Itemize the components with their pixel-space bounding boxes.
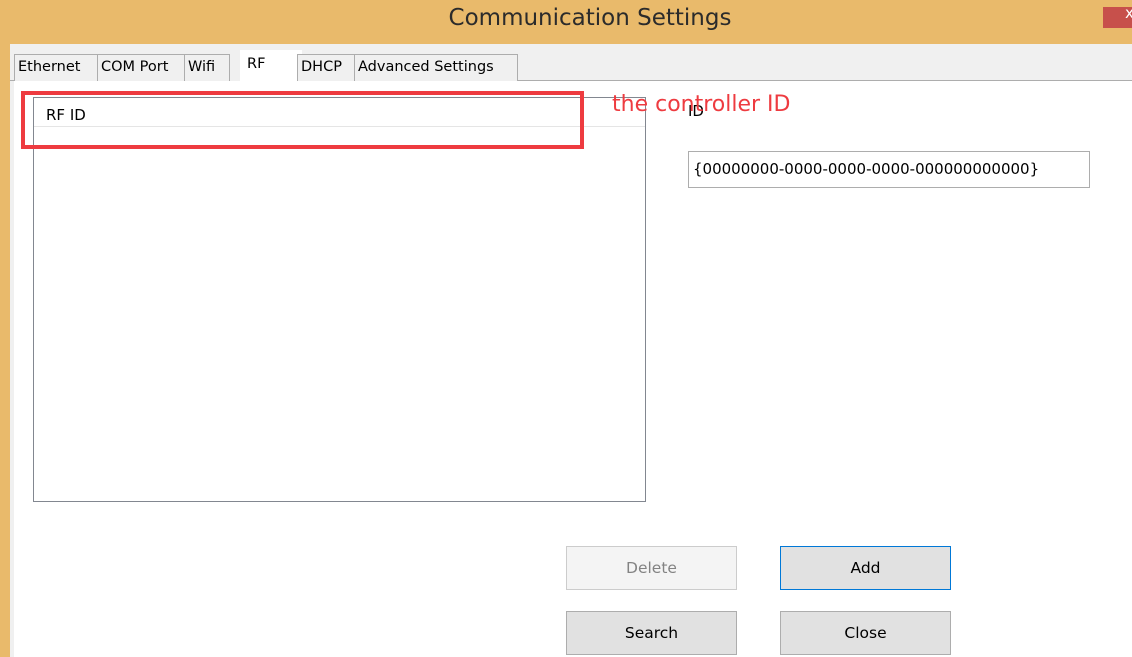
rf-id-list[interactable]: RF ID <box>33 97 646 502</box>
window-title: Communication Settings <box>448 5 732 31</box>
tab-dhcp[interactable]: DHCP <box>297 54 355 81</box>
tab-com-port[interactable]: COM Port <box>97 54 185 81</box>
column-header-rf-id[interactable]: RF ID <box>46 106 86 124</box>
title-bar: Communication Settings x <box>0 0 1132 44</box>
close-window-button[interactable]: x <box>1103 7 1132 28</box>
list-header: RF ID <box>34 98 645 127</box>
rf-tab-panel: RF ID ID the controller ID {00000000-000… <box>14 81 1132 657</box>
close-button[interactable]: Close <box>780 611 951 655</box>
close-icon: x <box>1125 7 1132 22</box>
add-button[interactable]: Add <box>780 546 951 590</box>
dialog-body: Ethernet COM Port Wifi RF DHCP Advanced … <box>10 44 1132 657</box>
tab-advanced-settings[interactable]: Advanced Settings <box>354 54 518 81</box>
tab-wifi[interactable]: Wifi <box>184 54 230 81</box>
tab-ethernet[interactable]: Ethernet <box>14 54 98 81</box>
search-button[interactable]: Search <box>566 611 737 655</box>
annotation-text: the controller ID <box>612 92 791 117</box>
tab-rf[interactable]: RF <box>240 50 302 81</box>
id-field[interactable]: {00000000-0000-0000-0000-000000000000} <box>688 151 1090 188</box>
delete-button[interactable]: Delete <box>566 546 737 590</box>
